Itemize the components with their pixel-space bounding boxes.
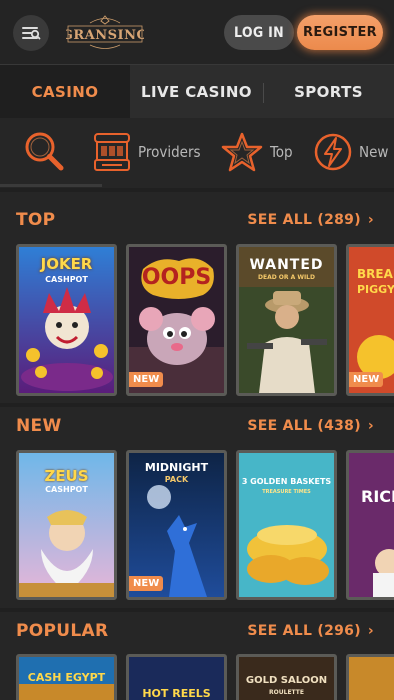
game-card-gold-saloon[interactable]: GOLD SALOON ROULETTE [236, 654, 337, 700]
new-badge: NEW [129, 576, 164, 591]
game-title-hot-reels: HOT REELS [142, 687, 211, 700]
game-card-wanted[interactable]: WANTED DEAD OR A WILD [236, 244, 337, 396]
game-card-joker-cashpot[interactable]: JOKER CASHPOT [16, 244, 117, 396]
game-subtitle-pack: PACK [164, 475, 189, 484]
game-card-golden-baskets[interactable]: 3 GOLDEN BASKETS TREASURE TIMES [236, 450, 337, 600]
game-title-oops: OOPS [141, 265, 212, 290]
section-divider [0, 403, 394, 407]
section-divider [0, 188, 394, 192]
menu-icon [22, 27, 41, 40]
game-subtitle-roulette: ROULETTE [269, 689, 304, 696]
see-all-popular-label: SEE ALL (296) [247, 623, 361, 639]
game-subtitle-piggy: PIGGY [357, 283, 394, 296]
section-title-new: NEW [16, 416, 62, 436]
section-divider [0, 608, 394, 612]
new-badge: NEW [129, 372, 164, 387]
category-label-top: Top [270, 143, 293, 161]
category-new[interactable]: New [313, 128, 388, 176]
category-scroll-indicator [0, 184, 102, 187]
see-all-new-label: SEE ALL (438) [247, 418, 361, 434]
app-root: GRANSINO LOG IN REGISTER CASINO LIVE CAS… [0, 0, 394, 700]
game-title-rich: RICH [361, 487, 394, 506]
game-title-golden-baskets: 3 GOLDEN BASKETS [241, 477, 332, 486]
category-top[interactable]: Top [220, 128, 293, 176]
game-card-oops[interactable]: OOPS NEW [126, 244, 227, 396]
see-all-new-link[interactable]: SEE ALL (438) › [247, 418, 374, 434]
see-all-popular-link[interactable]: SEE ALL (296) › [247, 623, 374, 639]
tab-casino[interactable]: CASINO [0, 65, 130, 119]
register-button[interactable]: REGISTER [297, 15, 383, 50]
main-tabs: CASINO LIVE CASINO SPORTS [0, 64, 394, 119]
menu-button[interactable] [13, 15, 49, 51]
game-card-partial[interactable] [346, 654, 394, 700]
game-title-gold-saloon: GOLD SALOON [245, 675, 328, 686]
search-icon [25, 132, 64, 171]
section-title-top: TOP [16, 210, 56, 230]
game-title-cash-egypt: CASH EGYPT [27, 671, 106, 684]
category-label-new: New [359, 143, 389, 161]
chevron-right-icon: › [367, 212, 374, 228]
tab-sports[interactable]: SPORTS [263, 65, 394, 119]
star-icon [221, 132, 263, 172]
svg-text:GRANSINO: GRANSINO [66, 28, 144, 43]
game-title-wanted: WANTED [249, 257, 324, 273]
slot-machine-icon [94, 133, 130, 171]
game-title-zeus: ZEUS [44, 467, 89, 485]
category-label-providers: Providers [138, 143, 201, 161]
game-card-rich[interactable]: RICH [346, 450, 394, 600]
game-subtitle-wanted: DEAD OR A WILD [258, 274, 315, 281]
brand-logo[interactable]: GRANSINO [62, 14, 148, 52]
game-card-midnight-pack[interactable]: MIDNIGHT PACK NEW [126, 450, 227, 600]
game-title-midnight: MIDNIGHT [144, 461, 209, 474]
game-subtitle-treasure-times: TREASURE TIMES [262, 489, 311, 495]
new-badge: NEW [349, 372, 384, 387]
game-card-hot-reels[interactable]: HOT REELS [126, 654, 227, 700]
game-subtitle-zeus: CASHPOT [45, 485, 88, 494]
tab-live-casino[interactable]: LIVE CASINO [130, 65, 263, 119]
chevron-right-icon: › [367, 623, 374, 639]
category-row: Providers Top New [0, 118, 394, 188]
game-card-break-piggy[interactable]: BREAK PIGGY NEW [346, 244, 394, 396]
game-subtitle-joker: CASHPOT [45, 275, 88, 284]
section-title-popular: POPULAR [16, 621, 109, 641]
lightning-icon [314, 133, 352, 171]
game-card-zeus-cashpot[interactable]: ZEUS CASHPOT [16, 450, 117, 600]
game-card-cash-egypt[interactable]: CASH EGYPT [16, 654, 117, 700]
category-search[interactable] [20, 128, 68, 176]
login-button[interactable]: LOG IN [224, 15, 294, 50]
see-all-top-label: SEE ALL (289) [247, 212, 361, 228]
see-all-top-link[interactable]: SEE ALL (289) › [247, 212, 374, 228]
chevron-right-icon: › [367, 418, 374, 434]
category-providers[interactable]: Providers [92, 128, 201, 176]
game-title-break: BREAK [357, 267, 394, 281]
top-header: GRANSINO LOG IN REGISTER [0, 0, 394, 64]
game-title-joker: JOKER [40, 255, 93, 273]
